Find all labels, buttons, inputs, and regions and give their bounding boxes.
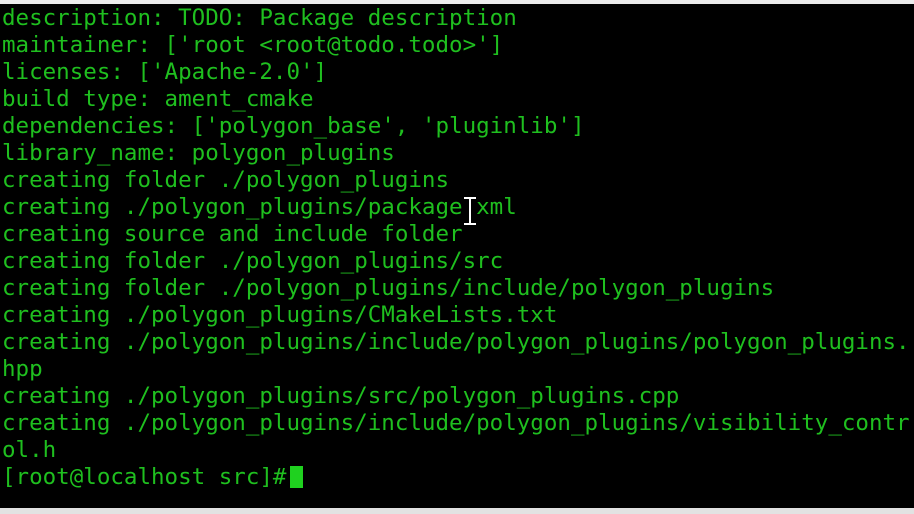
terminal-line: description: TODO: Package description [2, 5, 517, 31]
terminal-line: library_name: polygon_plugins [2, 140, 395, 166]
terminal-line: maintainer: ['root <root@todo.todo>'] [2, 32, 504, 58]
terminal-line: creating ./polygon_plugins/CMakeLists.tx… [2, 302, 558, 328]
terminal-line: creating ./polygon_plugins/include/polyg… [2, 410, 910, 436]
terminal-line: creating ./polygon_plugins/include/polyg… [2, 329, 910, 355]
block-cursor [290, 466, 304, 488]
terminal-line: creating folder ./polygon_plugins/src [2, 248, 504, 274]
terminal-line: creating ./polygon_plugins/package.xml [2, 194, 517, 220]
terminal-line: creating folder ./polygon_plugins/includ… [2, 275, 775, 301]
terminal-output: description: TODO: Package description m… [2, 5, 910, 491]
shell-prompt: [root@localhost src]# [2, 464, 287, 490]
terminal-line: dependencies: ['polygon_base', 'pluginli… [2, 113, 585, 139]
terminal-line: creating folder ./polygon_plugins [2, 167, 450, 193]
terminal-line: ol.h [2, 437, 57, 463]
terminal-window[interactable]: description: TODO: Package description m… [0, 4, 914, 508]
terminal-line: build type: ament_cmake [2, 86, 314, 112]
window-bottom-border [0, 508, 914, 514]
terminal-line: hpp [2, 356, 43, 382]
terminal-line: creating source and include folder [2, 221, 463, 247]
terminal-line: licenses: ['Apache-2.0'] [2, 59, 328, 85]
terminal-line: creating ./polygon_plugins/src/polygon_p… [2, 383, 680, 409]
prompt-line[interactable]: [root@localhost src]# [2, 464, 910, 491]
ibeam-cursor-icon [463, 196, 477, 226]
